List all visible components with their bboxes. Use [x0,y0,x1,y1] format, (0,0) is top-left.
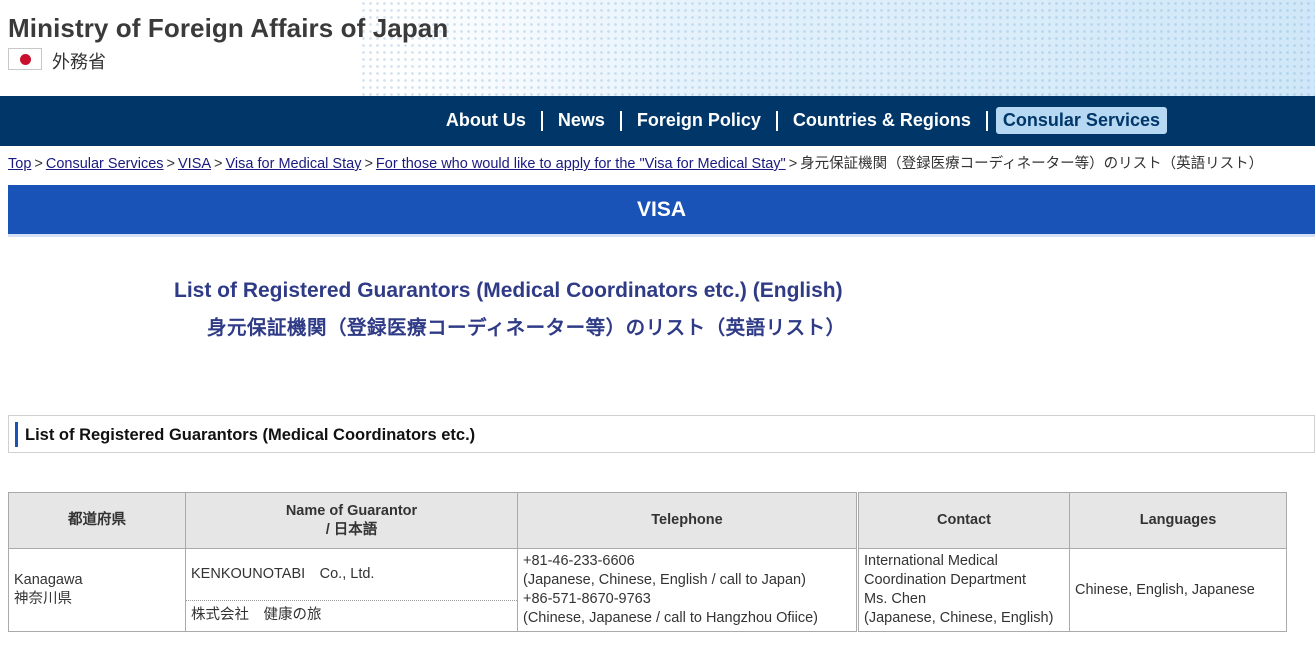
site-subtitle: 外務省 [52,52,106,72]
prefecture-ja: 神奈川県 [14,591,72,607]
subheading-box: List of Registered Guarantors (Medical C… [8,415,1315,453]
tel-note-2: (Chinese, Japanese / call to Hangzhou Of… [523,610,818,626]
world-map-dots [360,0,1315,96]
nav-separator [775,110,778,131]
prefecture-en: Kanagawa [14,572,83,588]
header-contact: Contact [858,492,1070,549]
cell-name: KENKOUNOTABI Co., Ltd. 株式会社 健康の旅 [185,548,518,632]
header-name-line1: Name of Guarantor [285,502,418,519]
nav-foreign-policy[interactable]: Foreign Policy [630,107,768,134]
page-title-ja: 身元保証機関（登録医療コーディネーター等）のリスト（英語リスト） [207,317,846,339]
cell-telephone: +81-46-233-6606 (Japanese, Chinese, Engl… [517,548,857,632]
contact-line-1: International Medical [864,553,998,569]
breadcrumb: Top > Consular Services > VISA > Visa for Medi… [8,156,1264,172]
nav-countries-regions[interactable]: Countries & Regions [786,107,978,134]
breadcrumb-current: 身元保証機関（登録医療コーディネーター等）のリスト（英語リスト） [800,156,1264,172]
header-name: Name of Guarantor / 日本語 [185,492,518,549]
header-name-line2: / 日本語 [325,521,378,538]
tel-line-2[interactable]: +86-571-8670-9763 [523,590,851,609]
name-ja: 株式会社 健康の旅 [191,607,322,623]
cell-contact: International Medical Coordination Depar… [858,548,1070,632]
section-banner: VISA [8,185,1315,237]
nav-news[interactable]: News [551,107,612,134]
breadcrumb-visa-medical-stay[interactable]: Visa for Medical Stay [226,156,362,172]
main-nav: About Us News Foreign Policy Countries &… [0,96,1315,146]
guarantor-table: 都道府県 Name of Guarantor / 日本語 Telephone C… [8,492,1287,632]
header-languages: Languages [1069,492,1287,549]
header-telephone: Telephone [517,492,857,549]
japan-flag-icon [8,48,42,70]
subheading-title: List of Registered Guarantors (Medical C… [25,426,476,444]
site-header: Ministry of Foreign Affairs of Japan 外務省 [0,0,1315,96]
name-cell-inner: KENKOUNOTABI Co., Ltd. 株式会社 健康の旅 [186,549,517,631]
header-prefecture: 都道府県 [8,492,186,549]
contact-line-4: (Japanese, Chinese, English) [864,610,1054,626]
name-en: KENKOUNOTABI Co., Ltd. [186,549,517,601]
nav-separator [540,110,543,131]
site-title[interactable]: Ministry of Foreign Affairs of Japan [8,13,448,44]
breadcrumb-top[interactable]: Top [8,156,31,172]
tel-note-1: (Japanese, Chinese, English / call to Ja… [523,572,806,588]
breadcrumb-consular-services[interactable]: Consular Services [46,156,164,172]
nav-separator [985,110,988,131]
table-header-row: 都道府県 Name of Guarantor / 日本語 Telephone C… [8,492,1287,549]
breadcrumb-visa[interactable]: VISA [178,156,211,172]
nav-items: About Us News Foreign Policy Countries &… [439,107,1167,134]
tel-line-1[interactable]: +81-46-233-6606 [523,552,851,571]
table-row: Kanagawa 神奈川県 KENKOUNOTABI Co., Ltd. 株式会… [8,548,1287,632]
section-title: VISA [636,197,686,221]
nav-consular-services[interactable]: Consular Services [995,107,1167,134]
nav-separator [619,110,622,131]
guarantor-table-wrap: 都道府県 Name of Guarantor / 日本語 Telephone C… [8,492,1288,664]
nav-about-us[interactable]: About Us [439,107,533,134]
breadcrumb-apply-medical-stay[interactable]: For those who would like to apply for th… [376,156,786,172]
contact-line-2: Coordination Department [864,572,1027,588]
contact-line-3: Ms. Chen [864,591,927,607]
page-title-en: List of Registered Guarantors (Medical C… [174,279,843,302]
cell-prefecture: Kanagawa 神奈川県 [8,548,186,632]
cell-languages: Chinese, English, Japanese [1069,548,1287,632]
